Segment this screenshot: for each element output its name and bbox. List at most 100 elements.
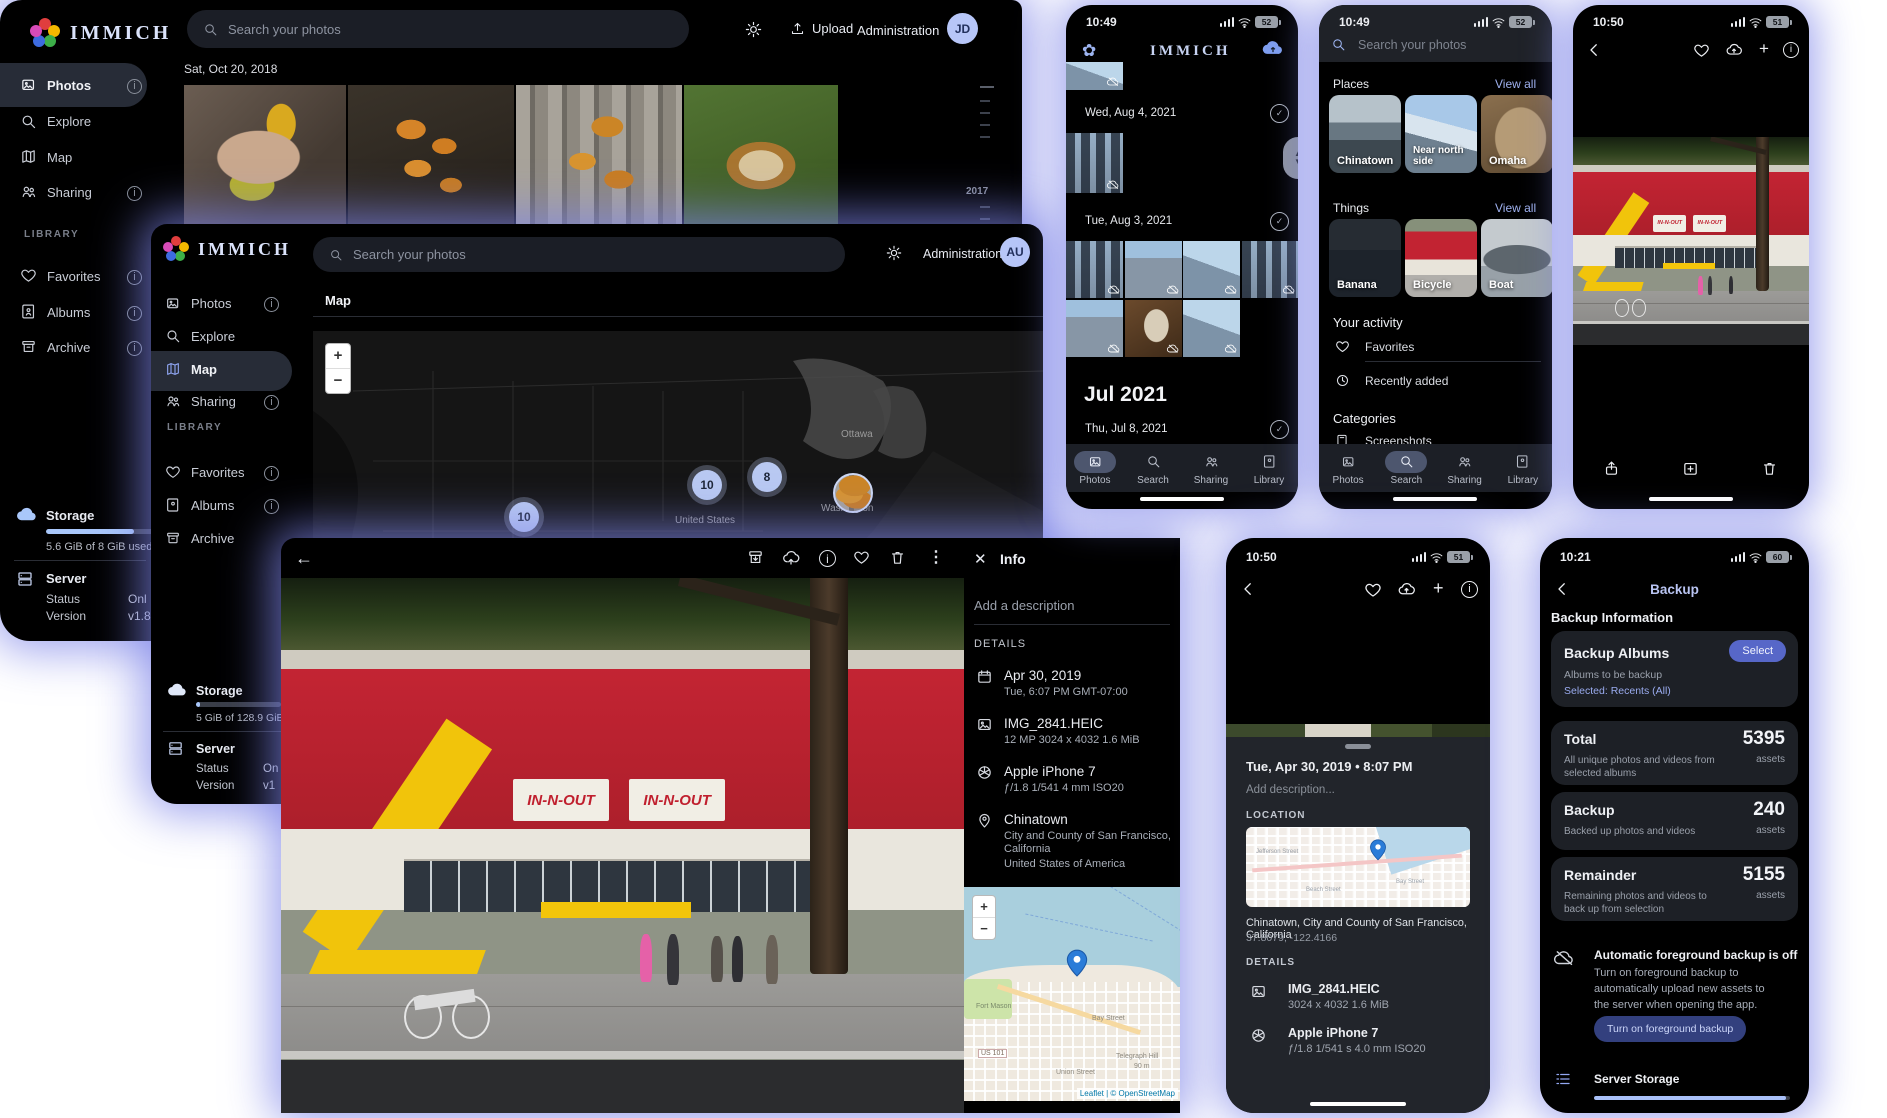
sidebar-item-explore[interactable]: Explore [47, 114, 91, 129]
avatar[interactable]: JD [947, 13, 978, 44]
photo-thumbnail[interactable] [1125, 241, 1182, 298]
activity-favorites[interactable]: Favorites [1365, 340, 1414, 354]
back-chevron-icon[interactable] [1239, 580, 1257, 598]
sidebar-label-photos[interactable]: Photos [47, 78, 91, 93]
search-input[interactable]: Search your photos [1331, 37, 1466, 52]
tab-sharing[interactable]: Sharing [1436, 451, 1494, 486]
administration-link[interactable]: Administration [923, 247, 1002, 261]
sidebar-item-albums[interactable]: Albums [47, 305, 90, 320]
photo-edge-strip[interactable] [1226, 724, 1490, 737]
scrollbar-thumb[interactable]: ▲▼ [1283, 137, 1298, 179]
sidebar-item-sharing[interactable]: Sharing [191, 394, 236, 409]
sidebar-item-archive[interactable]: Archive [191, 531, 234, 546]
sidebar-item-sharing[interactable]: Sharing [47, 185, 92, 200]
timeline-scrubber[interactable]: 2017 [966, 86, 1016, 226]
place-card[interactable]: Near north side [1405, 95, 1477, 173]
administration-link[interactable]: Administration [857, 23, 939, 38]
add-to-album-icon[interactable] [1682, 460, 1699, 477]
backup-cloud-icon[interactable] [1262, 39, 1284, 56]
place-card[interactable]: Omaha [1481, 95, 1552, 173]
activity-recently-added[interactable]: Recently added [1365, 374, 1448, 388]
sidebar-item-map[interactable]: Map [47, 150, 72, 165]
photo-thumbnail[interactable] [684, 85, 838, 224]
zoom-out-button[interactable]: − [326, 369, 350, 393]
share-icon[interactable] [1603, 460, 1620, 477]
tab-photos[interactable]: Photos [1066, 451, 1124, 486]
sidebar-item-photos[interactable]: Photos [191, 296, 231, 311]
sidebar-item-explore[interactable]: Explore [191, 329, 235, 344]
tab-library[interactable]: Library [1494, 451, 1552, 486]
tab-search[interactable]: Search [1124, 451, 1182, 486]
zoom-out-button[interactable]: − [973, 918, 995, 939]
app-logo[interactable]: IMMICH [30, 18, 171, 48]
location-map[interactable]: Jefferson Street Bay Street Beach Street [1246, 827, 1470, 907]
back-arrow-icon[interactable]: ← [295, 548, 313, 569]
info-icon[interactable]: i [819, 550, 836, 567]
select-group-check-icon[interactable]: ✓ [1270, 420, 1289, 439]
detail-sheet[interactable]: Tue, Apr 30, 2019 • 8:07 PM Add descript… [1226, 737, 1490, 1113]
upload-button[interactable]: Upload [790, 21, 853, 36]
search-input[interactable]: Search your photos [313, 237, 845, 272]
heart-icon[interactable] [1364, 581, 1382, 599]
search-input[interactable]: Search your photos [187, 10, 689, 48]
photo-thumbnail[interactable] [1242, 241, 1299, 298]
tab-library[interactable]: Library [1240, 451, 1298, 486]
thing-card[interactable]: Banana [1329, 219, 1401, 297]
sidebar-item-favorites[interactable]: Favorites [47, 269, 100, 284]
photo-thumbnail[interactable] [1066, 300, 1123, 357]
more-options-icon[interactable]: ⋮ [928, 547, 944, 567]
cloud-upload-icon[interactable] [782, 549, 800, 567]
trash-icon[interactable] [1761, 460, 1778, 477]
tab-sharing[interactable]: Sharing [1182, 451, 1240, 486]
photo-thumbnail[interactable] [1125, 300, 1182, 357]
add-description-field[interactable]: Add a description [974, 598, 1074, 613]
thing-card[interactable]: Bicycle [1405, 219, 1477, 297]
info-icon[interactable]: i [1783, 42, 1799, 58]
zoom-in-button[interactable]: + [973, 896, 995, 918]
home-indicator[interactable] [1649, 497, 1733, 501]
photo-thumbnail[interactable] [1066, 62, 1123, 90]
tab-search[interactable]: Search [1377, 451, 1435, 486]
map-attribution[interactable]: Leaflet | © OpenStreetMap [1077, 1088, 1178, 1099]
photo-innout-storefront[interactable]: IN-N-OUT IN-N-OUT [1573, 137, 1809, 345]
theme-toggle-sun-icon[interactable] [745, 21, 762, 43]
home-indicator[interactable] [1393, 497, 1477, 501]
add-description-field[interactable]: Add description... [1246, 784, 1335, 796]
map-zoom-control[interactable]: + − [972, 895, 996, 940]
sidebar-item-albums[interactable]: Albums [191, 498, 234, 513]
info-icon[interactable]: i [1461, 581, 1478, 598]
things-view-all[interactable]: View all [1495, 201, 1536, 215]
home-indicator[interactable] [1140, 497, 1224, 501]
avatar[interactable]: AU [1000, 237, 1030, 267]
photo-innout-storefront[interactable]: IN-N-OUT IN-N-OUT [281, 578, 964, 1113]
map-photo-cluster[interactable] [833, 473, 873, 513]
select-button[interactable]: Select [1729, 640, 1786, 662]
home-indicator[interactable] [1310, 1102, 1406, 1106]
location-map[interactable]: Fort Mason Bay Street US 101 Union Stree… [964, 887, 1180, 1101]
place-card[interactable]: Chinatown [1329, 95, 1401, 173]
plus-icon[interactable]: + [1759, 39, 1769, 59]
sidebar-item-archive[interactable]: Archive [47, 340, 90, 355]
map-cluster[interactable]: 10 [692, 470, 722, 500]
heart-icon[interactable] [853, 549, 870, 566]
map-cluster[interactable]: 8 [752, 462, 782, 492]
app-logo[interactable]: IMMICH [163, 236, 291, 262]
map-zoom-control[interactable]: + − [325, 343, 351, 394]
places-view-all[interactable]: View all [1495, 77, 1536, 91]
select-group-check-icon[interactable]: ✓ [1270, 104, 1289, 123]
photo-thumbnail[interactable] [516, 85, 682, 224]
zoom-in-button[interactable]: + [326, 344, 350, 369]
location-name[interactable]: Chinatown [1004, 812, 1068, 827]
trash-icon[interactable] [889, 549, 906, 566]
sidebar-label-map[interactable]: Map [191, 362, 217, 377]
cloud-upload-icon[interactable] [1725, 42, 1743, 59]
photo-thumbnail[interactable] [1183, 241, 1240, 298]
archive-download-icon[interactable] [747, 549, 764, 566]
back-chevron-icon[interactable] [1585, 41, 1603, 59]
cloud-upload-icon[interactable] [1397, 581, 1416, 599]
photo-thumbnail[interactable] [348, 85, 514, 224]
turn-on-foreground-backup-button[interactable]: Turn on foreground backup [1594, 1016, 1746, 1042]
profile-logo-icon[interactable]: ✿ [1082, 41, 1096, 61]
plus-icon[interactable]: + [1433, 578, 1444, 599]
tab-photos[interactable]: Photos [1319, 451, 1377, 486]
